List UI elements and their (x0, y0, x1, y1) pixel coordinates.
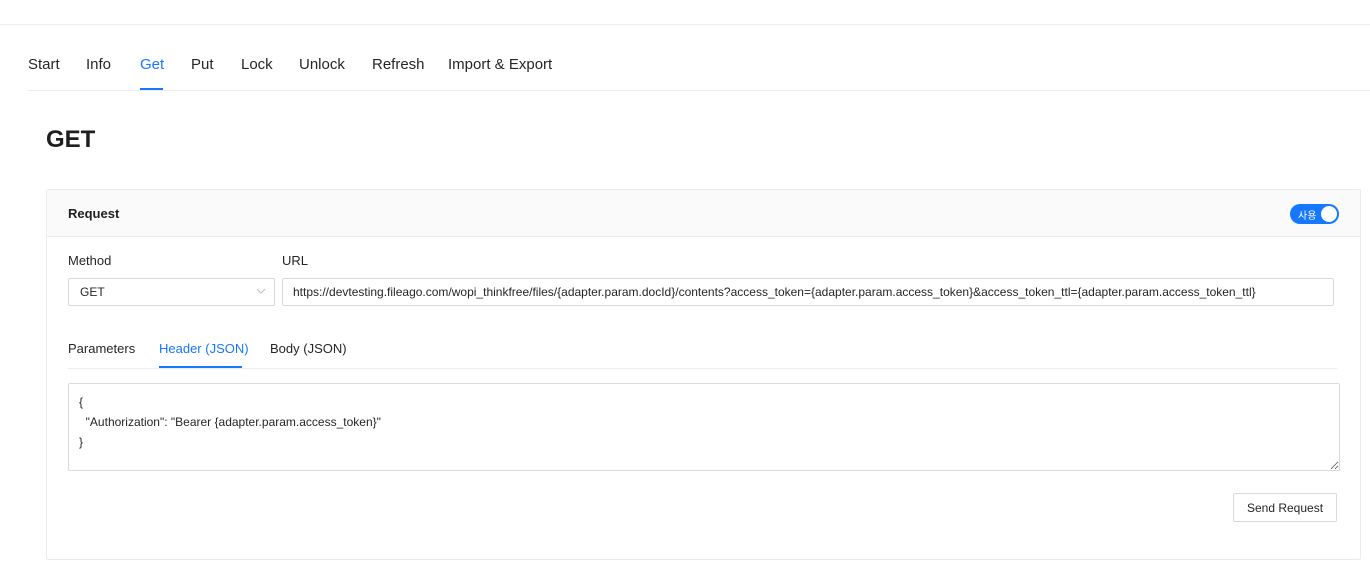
chevron-down-icon (256, 288, 266, 294)
url-label: URL (282, 253, 309, 268)
tab-start[interactable]: Start (28, 56, 60, 73)
method-select-value: GET (80, 285, 105, 299)
active-subtab-indicator (159, 366, 242, 368)
header-json-editor[interactable]: { "Authorization": "Bearer {adapter.para… (68, 383, 1340, 471)
tab-info[interactable]: Info (86, 56, 111, 73)
subtab-body-json[interactable]: Body (JSON) (270, 341, 347, 356)
send-request-button[interactable]: Send Request (1233, 493, 1337, 522)
request-subtabs: Parameters Header (JSON) Body (JSON) (68, 329, 1337, 369)
subtab-parameters[interactable]: Parameters (68, 341, 135, 356)
main-tabs: Start Info Get Put Lock Unlock Refresh I… (28, 48, 1370, 91)
enable-toggle[interactable]: 사용 (1290, 204, 1339, 224)
url-input[interactable] (282, 278, 1334, 306)
toggle-knob (1321, 206, 1337, 222)
tab-import-export[interactable]: Import & Export (448, 56, 552, 73)
request-card-header: Request 사용 (47, 190, 1360, 237)
tab-get[interactable]: Get (140, 56, 164, 73)
tab-lock[interactable]: Lock (241, 56, 273, 73)
top-divider (0, 24, 1370, 25)
method-select[interactable]: GET (68, 278, 275, 306)
active-tab-indicator (140, 88, 163, 90)
tab-put[interactable]: Put (191, 56, 214, 73)
method-label: Method (68, 253, 112, 268)
subtab-header-json[interactable]: Header (JSON) (159, 341, 249, 356)
tab-unlock[interactable]: Unlock (299, 56, 345, 73)
page-title: GET (46, 126, 96, 153)
toggle-label: 사용 (1298, 211, 1317, 222)
tab-refresh[interactable]: Refresh (372, 56, 425, 73)
request-card: Request 사용 Method URL GET Parameters Hea… (46, 189, 1361, 560)
request-title: Request (68, 206, 120, 221)
